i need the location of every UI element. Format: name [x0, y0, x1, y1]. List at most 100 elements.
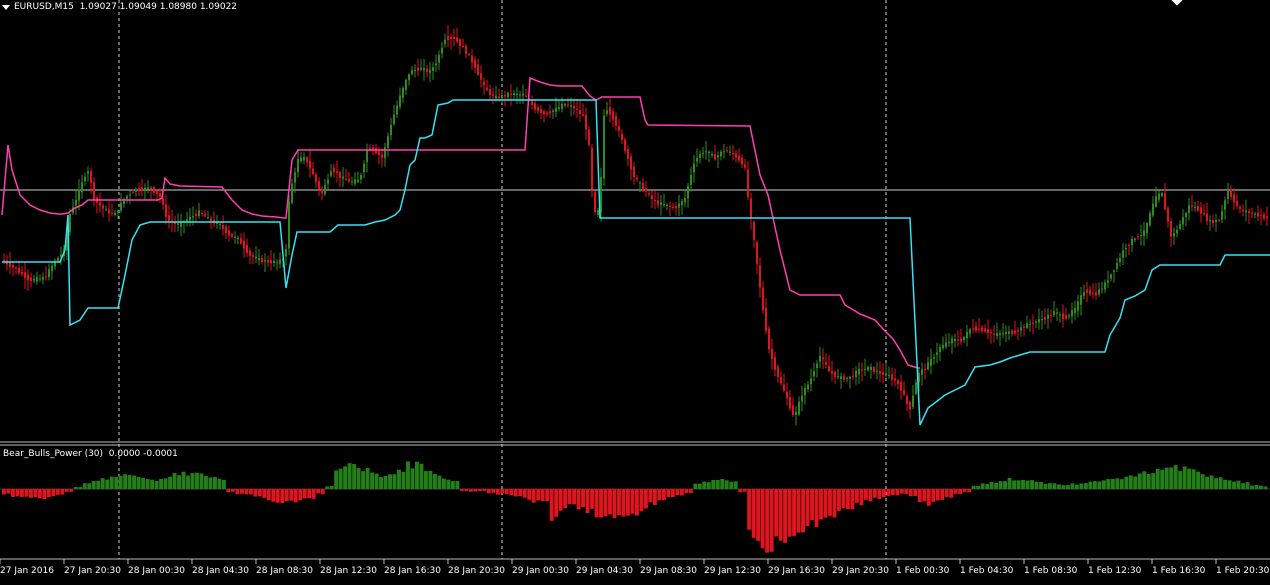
histogram-bar [168, 476, 172, 489]
histogram-bar [693, 483, 698, 489]
histogram-bar [711, 480, 716, 489]
candle-body [543, 111, 545, 115]
candle-body [879, 371, 881, 374]
candle-body [726, 150, 728, 152]
candle-body [507, 92, 509, 97]
candle-body [198, 210, 200, 217]
histogram-bar [738, 489, 743, 493]
histogram-bar [325, 486, 330, 489]
candle-body [1098, 289, 1100, 295]
candle-body [423, 67, 425, 71]
time-tick-label: 29 Jan 16:30 [768, 566, 825, 576]
histogram-bar [132, 475, 137, 489]
candle-body [1245, 210, 1247, 213]
histogram-bar [204, 475, 208, 489]
histogram-bar [437, 475, 442, 489]
candle-body [963, 337, 965, 340]
histogram-bar [801, 489, 805, 533]
candle-body [513, 93, 515, 96]
candle-body [840, 376, 842, 379]
histogram-bar [837, 489, 841, 511]
candle-body [891, 374, 893, 380]
candle-body [342, 176, 344, 179]
candle-body [930, 358, 932, 366]
histogram-bar [1155, 468, 1160, 489]
histogram-bar [96, 480, 101, 489]
candle-body [351, 181, 353, 183]
candle-body [960, 338, 962, 342]
histogram-bar [868, 489, 873, 502]
candle-body [291, 183, 293, 203]
indicator-values: 0.0000 -0.0001 [108, 449, 178, 459]
candle-body [1014, 330, 1016, 334]
candle-body [1107, 280, 1109, 283]
histogram-bar [1173, 465, 1178, 489]
candle-body [450, 36, 452, 40]
candle-body [258, 257, 260, 261]
histogram-bar [576, 489, 581, 510]
candle-body [468, 54, 470, 56]
histogram-bar [1214, 478, 1219, 489]
histogram-bar [24, 489, 29, 497]
histogram-bar [742, 489, 747, 492]
histogram-bar [751, 489, 756, 538]
candle-body [249, 250, 251, 256]
histogram-bar [1119, 479, 1124, 489]
histogram-bar [284, 489, 289, 502]
candle-body [585, 114, 587, 130]
candle-body [675, 206, 677, 209]
candle-body [867, 366, 869, 371]
candle-body [1182, 217, 1184, 225]
histogram-bar [1218, 477, 1223, 489]
candle-body [381, 154, 383, 158]
histogram-bar [163, 478, 168, 489]
candle-body [552, 110, 554, 112]
histogram-bar [850, 489, 855, 510]
candle-body [492, 94, 494, 96]
histogram-bar [706, 482, 711, 489]
histogram-bar [266, 489, 271, 501]
candle-body [1185, 212, 1187, 218]
candle-body [279, 259, 281, 264]
candle-body [519, 94, 521, 96]
histogram-bar [787, 489, 792, 537]
chart-grid [0, 0, 1270, 560]
chart-shift-marker-icon[interactable] [1172, 0, 1182, 7]
candle-body [501, 94, 503, 98]
candle-body [219, 224, 221, 226]
histogram-bar [832, 489, 837, 518]
histogram-bar [661, 489, 666, 501]
histogram-bar [823, 489, 828, 518]
time-tick-label: 29 Jan 08:30 [640, 566, 697, 576]
candle-body [348, 179, 350, 182]
candle-body [1005, 332, 1007, 335]
candle-body [1113, 270, 1115, 273]
candle-body [228, 230, 230, 236]
candle-body [711, 154, 713, 156]
time-tick-label: 29 Jan 00:30 [512, 566, 569, 576]
histogram-bar [1245, 482, 1250, 489]
candle-body [30, 277, 32, 282]
histogram-bar [697, 483, 702, 489]
candle-body [714, 154, 716, 160]
candle-body [831, 370, 833, 374]
histogram-bar [908, 489, 913, 497]
histogram-bar [190, 473, 195, 489]
candle-body [795, 412, 797, 416]
candle-body [33, 278, 35, 281]
chart-canvas[interactable]: 27 Jan 2016 27 Jan 20:30 28 Jan 00:30 28 Ja… [0, 0, 1270, 585]
histogram-bar [675, 489, 680, 496]
candle-body [1020, 327, 1022, 331]
candle-body [885, 373, 887, 376]
histogram-bar [46, 489, 51, 498]
candle-body [270, 260, 272, 264]
histogram-bar [1182, 466, 1187, 489]
candle-body [1008, 331, 1010, 334]
candle-body [576, 108, 578, 110]
time-tick-label: 1 Feb 08:30 [1024, 566, 1078, 576]
histogram-bar [109, 476, 114, 489]
candle-body [627, 149, 629, 159]
candle-body [636, 177, 638, 180]
candle-body [1233, 194, 1235, 203]
symbol-menu-arrow-icon[interactable] [2, 5, 10, 10]
